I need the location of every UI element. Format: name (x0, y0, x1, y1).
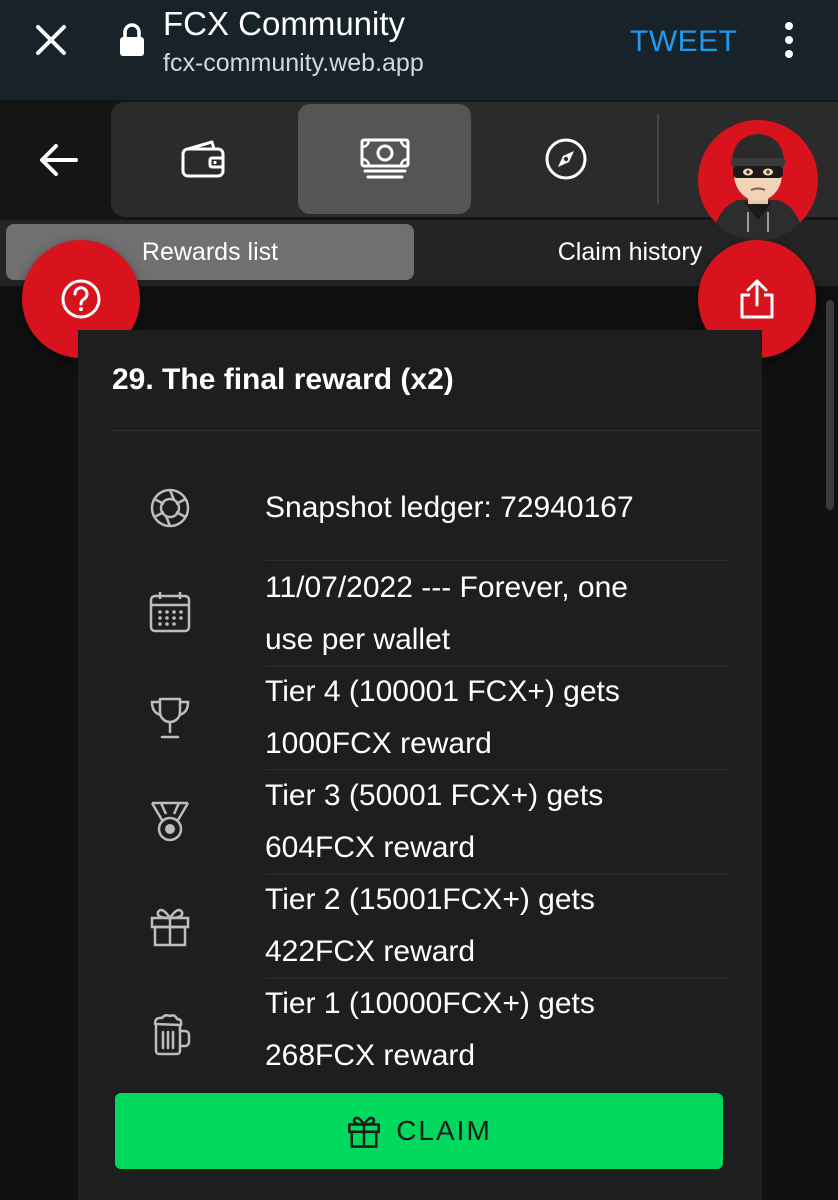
avatar[interactable] (698, 120, 818, 240)
browser-top-bar: FCX Community fcx-community.web.app TWEE… (0, 0, 838, 100)
site-title: FCX Community (163, 5, 406, 42)
calendar-icon (148, 590, 192, 634)
reward-card: 29. The final reward (x2) Snapshot ledge… (78, 330, 762, 1200)
gift-icon (148, 904, 192, 948)
date-range-text: 11/07/2022 --- Forever, one use per wall… (265, 571, 628, 656)
claim-button[interactable]: CLAIM (115, 1093, 723, 1169)
close-icon (36, 25, 66, 55)
lock-icon (120, 23, 144, 56)
nav-wallet-button[interactable] (113, 104, 293, 214)
claim-label: CLAIM (396, 1115, 492, 1146)
reward-title: 29. The final reward (x2) (112, 363, 454, 396)
scrollbar[interactable] (826, 300, 834, 510)
wallet-icon (181, 140, 225, 178)
help-circle-icon (61, 279, 101, 319)
tweet-button[interactable]: TWEET (630, 24, 738, 60)
cash-icon (360, 138, 409, 179)
close-button[interactable] (22, 18, 80, 62)
more-options-icon[interactable] (772, 18, 806, 62)
tier-3-text: Tier 3 (50001 FCX+) gets 604FCX reward (265, 779, 604, 864)
burglar-avatar-icon (712, 134, 804, 240)
tier-1-text: Tier 1 (10000FCX+) gets 268FCX reward (265, 987, 595, 1072)
snapshot-text: Snapshot ledger: 72940167 (265, 491, 634, 524)
row-divider (265, 560, 730, 561)
nav-explore-button[interactable] (476, 104, 656, 214)
arrow-left-icon (40, 144, 78, 176)
beer-mug-icon (148, 1012, 192, 1056)
nav-rewards-button[interactable] (298, 104, 471, 214)
trophy-icon (148, 696, 192, 740)
tier-4-text: Tier 4 (100001 FCX+) gets 1000FCX reward (265, 675, 620, 760)
gift-icon (348, 1116, 381, 1148)
medal-icon (148, 800, 192, 844)
back-button[interactable] (28, 130, 88, 190)
compass-icon (545, 138, 587, 180)
site-url: fcx-community.web.app (163, 49, 424, 77)
tier-2-text: Tier 2 (15001FCX+) gets 422FCX reward (265, 883, 595, 968)
title-divider (112, 430, 762, 431)
nav-divider (657, 114, 659, 204)
share-icon (740, 279, 774, 319)
aperture-icon (148, 486, 192, 530)
